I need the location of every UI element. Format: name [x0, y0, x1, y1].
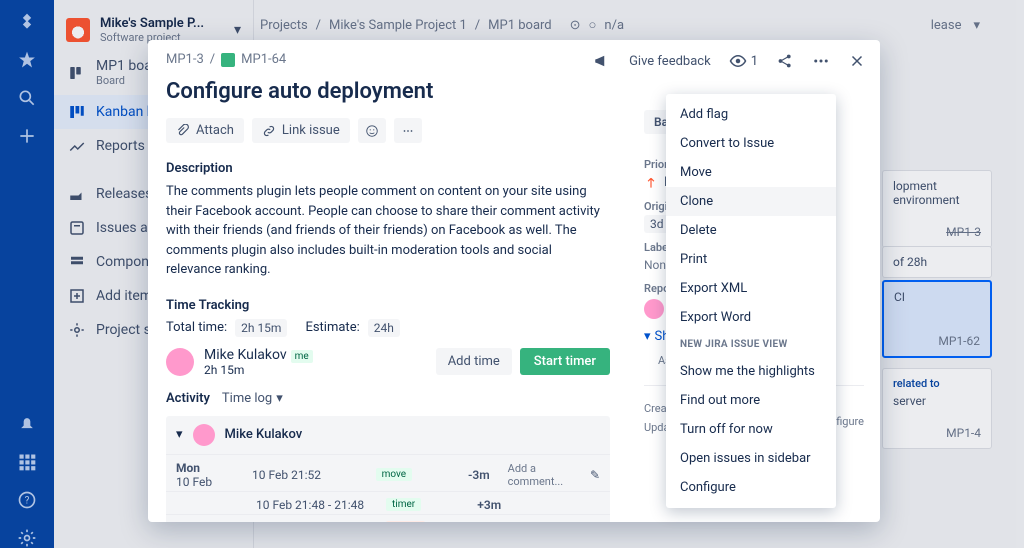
menu-turn-off[interactable]: Turn off for now: [666, 415, 836, 444]
log-tag: delete: [386, 521, 425, 522]
chevron-down-icon: ▾: [176, 427, 183, 442]
attach-button[interactable]: Attach: [166, 118, 244, 143]
log-group-header[interactable]: ▾ Mike Kulakov: [166, 416, 610, 454]
user-name: Mike Kulakov: [204, 347, 287, 363]
actions-dropdown: Add flag Convert to Issue Move Clone Del…: [666, 94, 836, 508]
menu-add-flag[interactable]: Add flag: [666, 100, 836, 129]
add-comment-link[interactable]: Add a comment...: [508, 462, 590, 488]
chevron-down-icon: ▾: [276, 391, 283, 406]
story-icon: [221, 53, 235, 67]
issue-key[interactable]: MP1-64: [241, 52, 286, 67]
me-badge: me: [291, 350, 313, 363]
issue-breadcrumb: MP1-3 / MP1-64: [166, 52, 610, 67]
menu-configure[interactable]: Configure: [666, 473, 836, 502]
log-entry[interactable]: Wed 30 Jan 00:30 delete -1m Add a: [166, 514, 610, 523]
issue-title[interactable]: Configure auto deployment: [166, 79, 610, 104]
megaphone-icon: [593, 52, 611, 70]
feedback-link[interactable]: Give feedback: [629, 54, 711, 69]
watchers-count: 1: [751, 54, 758, 69]
log-entry[interactable]: 10 Feb 21:48 - 21:48 timer +3m: [166, 491, 610, 514]
menu-section-header: NEW JIRA ISSUE VIEW: [666, 332, 836, 357]
activity-header: Activity: [166, 391, 210, 406]
share-icon[interactable]: [776, 52, 794, 70]
menu-move[interactable]: Move: [666, 158, 836, 187]
menu-delete[interactable]: Delete: [666, 216, 836, 245]
activity-tab-timelog[interactable]: Time log ▾: [222, 391, 283, 406]
log-entry[interactable]: Mon10 Feb 10 Feb 21:52 move -3m Add a co…: [166, 454, 610, 491]
menu-convert[interactable]: Convert to Issue: [666, 129, 836, 158]
more-actions-button[interactable]: [394, 118, 422, 143]
add-comment-link[interactable]: Add a: [523, 521, 551, 522]
edit-icon[interactable]: ✎: [590, 468, 600, 482]
total-time-label: Total time:: [166, 320, 227, 335]
menu-export-word[interactable]: Export Word: [666, 303, 836, 332]
user-time: 2h 15m: [204, 363, 313, 377]
description-header: Description: [166, 161, 610, 176]
add-time-button[interactable]: Add time: [436, 348, 512, 375]
menu-find-out[interactable]: Find out more: [666, 386, 836, 415]
more-icon[interactable]: [812, 52, 830, 70]
total-time-value: 2h 15m: [235, 319, 287, 337]
menu-clone[interactable]: Clone: [666, 187, 836, 216]
menu-sidebar[interactable]: Open issues in sidebar: [666, 444, 836, 473]
log-tag: move: [376, 468, 412, 481]
menu-export-xml[interactable]: Export XML: [666, 274, 836, 303]
menu-print[interactable]: Print: [666, 245, 836, 274]
start-timer-button[interactable]: Start timer: [520, 348, 610, 375]
menu-highlights[interactable]: Show me the highlights: [666, 357, 836, 386]
watch-icon[interactable]: [729, 52, 747, 70]
avatar: [166, 348, 194, 376]
estimate-value: 24h: [368, 319, 400, 337]
description-body[interactable]: The comments plugin lets people comment …: [166, 182, 610, 280]
link-button[interactable]: Link issue: [252, 118, 350, 143]
parent-key[interactable]: MP1-3: [166, 52, 204, 67]
emoji-button[interactable]: [358, 118, 386, 143]
log-tag: timer: [386, 498, 421, 511]
issue-modal: MP1-3 / MP1-64 Configure auto deployment…: [148, 40, 880, 522]
estimate-label: Estimate:: [305, 320, 359, 335]
time-tracking-header: Time Tracking: [166, 298, 610, 313]
chevron-down-icon: ▾: [644, 329, 651, 344]
close-icon[interactable]: [848, 52, 866, 70]
avatar: [193, 424, 215, 446]
